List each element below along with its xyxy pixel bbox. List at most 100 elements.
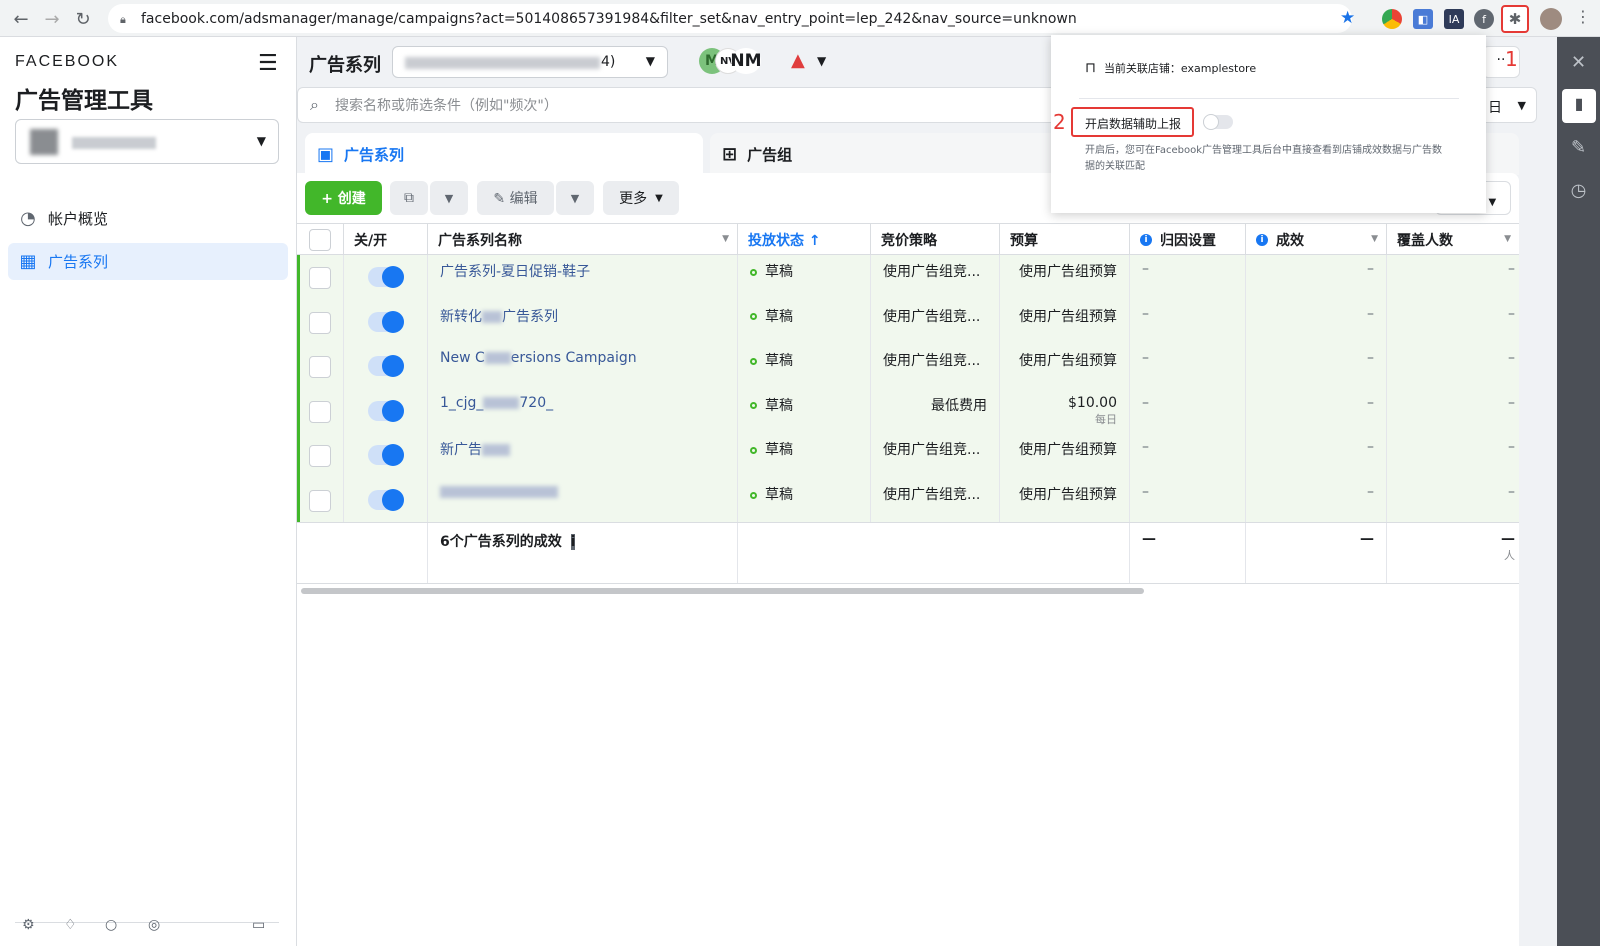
hamburger-menu-icon[interactable]: ☰ [258, 51, 278, 76]
notification-icon[interactable]: ♢ [64, 917, 77, 933]
info-icon: i [1140, 233, 1152, 246]
row-checkbox[interactable] [309, 356, 331, 379]
chevron-down-icon[interactable]: ▼ [817, 54, 826, 68]
extension-chrome-icon[interactable] [1382, 9, 1402, 29]
help-icon[interactable]: ◎ [148, 917, 160, 933]
campaign-toggle[interactable] [368, 444, 404, 467]
close-icon[interactable]: ✕ [1557, 52, 1600, 73]
campaign-toggle[interactable] [368, 266, 404, 288]
popup-divider [1079, 98, 1459, 99]
bid-strategy: 使用广告组竞... [871, 299, 1000, 345]
campaign-name[interactable]: 广告系列-夏日促销-鞋子 [428, 255, 738, 300]
campaign-toggle[interactable] [368, 489, 404, 511]
campaign-toggle[interactable] [368, 310, 404, 333]
campaign-name-tail: 广告系列 [502, 308, 558, 325]
redacted-text [482, 444, 510, 457]
bookmark-star-icon[interactable]: ★ [1340, 8, 1355, 28]
row-checkbox[interactable] [309, 490, 331, 512]
account-selector[interactable]: ▼ [15, 119, 279, 164]
campaign-toggle[interactable] [368, 355, 404, 378]
sidebar-item-account-overview[interactable]: ◔ 帐户概览 [8, 200, 288, 237]
status-draft-icon [750, 268, 757, 276]
edit-icon[interactable]: ✎ [1557, 137, 1600, 158]
header-reach[interactable]: 覆盖人数 ▼ [1387, 224, 1519, 255]
campaign-name[interactable] [428, 478, 738, 523]
row-checkbox[interactable] [309, 311, 331, 334]
table-row[interactable]: 广告系列-夏日促销-鞋子 草稿 使用广告组竞... 使用广告组预算 – – – [297, 255, 1519, 300]
sidebar-divider [15, 922, 279, 923]
table-row[interactable]: 1_cjg_ 720_ 草稿 最低费用 $10.00 每日 – – – [297, 388, 1519, 434]
edit-button[interactable]: ✎ 编辑 [477, 181, 554, 215]
address-bar[interactable]: 🔒︎ facebook.com/adsmanager/manage/campai… [108, 4, 1352, 33]
summary-label: 6个广告系列的成效 i [428, 523, 738, 583]
more-button[interactable]: 更多 ▼ [603, 181, 679, 215]
create-button[interactable]: + 创建 [305, 181, 382, 215]
chevron-down-icon: ▼ [645, 54, 655, 68]
clock-icon[interactable]: ◷ [1557, 180, 1600, 201]
back-icon[interactable]: ← [6, 4, 36, 34]
tab-campaigns[interactable]: ▣ 广告系列 [305, 133, 703, 175]
data-upload-toggle[interactable] [1203, 114, 1233, 130]
duplicate-dropdown[interactable]: ▼ [430, 181, 468, 215]
info-icon[interactable]: i [570, 534, 576, 550]
folder-icon: ▣ [317, 143, 335, 165]
reach-value: – [1508, 394, 1515, 411]
date-range-selector[interactable]: 日 ▼ [1477, 87, 1537, 123]
profile-avatar[interactable] [1540, 8, 1562, 30]
header-bid-strategy[interactable]: 竞价策略 [871, 224, 1000, 255]
header-name[interactable]: 广告系列名称 ▼ [428, 224, 738, 255]
campaign-name[interactable]: 1_cjg_ 720_ [428, 388, 738, 434]
campaign-name[interactable]: 新转化 广告系列 [428, 299, 738, 345]
status-draft-icon [750, 446, 757, 454]
search-input[interactable]: 搜索名称或筛选条件（例如"频次"） [335, 95, 558, 115]
toggle-knob [382, 266, 404, 288]
results-value: – [1246, 299, 1387, 345]
header-results[interactable]: i 成效 ▼ [1246, 224, 1387, 255]
header-delivery-status[interactable]: 投放状态 ↑ [738, 224, 871, 255]
campaign-name[interactable]: New C ersions Campaign [428, 344, 738, 389]
campaign-selector[interactable]: 4) ▼ [392, 46, 668, 78]
annotation-number-1: 1 [1505, 47, 1518, 71]
search-bar[interactable]: ⌕ 搜索名称或筛选条件（例如"频次"） [297, 87, 1057, 123]
table-row[interactable]: 新广告 草稿 使用广告组竞... 使用广告组预算 – – – [297, 433, 1519, 478]
duplicate-button[interactable]: ⧉ [390, 181, 428, 215]
warning-icon[interactable]: ▲ [791, 50, 805, 71]
selection-accent [297, 255, 300, 522]
extension-tag-icon[interactable]: ◧ [1413, 9, 1433, 29]
store-info: ⊓ 当前关联店铺：examplestore [1085, 60, 1256, 76]
forward-icon[interactable]: → [37, 4, 67, 34]
sidebar-item-campaigns[interactable]: ▦ 广告系列 [8, 243, 288, 280]
delivery-status: 草稿 [738, 344, 871, 389]
browser-menu-icon[interactable]: ⋮ [1575, 7, 1591, 26]
search-icon[interactable]: ○ [105, 917, 117, 933]
panel-icon[interactable]: ▭ [252, 917, 265, 933]
extension-f-icon[interactable]: f [1474, 9, 1494, 29]
row-checkbox[interactable] [309, 445, 331, 468]
page-title: 广告系列 [309, 55, 381, 76]
chart-icon[interactable]: ▮ [1562, 89, 1596, 123]
campaign-name[interactable]: 新广告 [428, 433, 738, 478]
extensions-puzzle-icon[interactable]: ✱ [1501, 5, 1529, 33]
settings-icon[interactable]: ⚙ [22, 917, 35, 933]
table-row[interactable]: 新转化 广告系列 草稿 使用广告组竞... 使用广告组预算 – – – [297, 299, 1519, 345]
reload-icon[interactable]: ↻ [68, 4, 98, 34]
toggle-knob [382, 444, 404, 467]
table-header: 关/开 广告系列名称 ▼ 投放状态 ↑ 竞价策略 预算 i 归因设置 i 成效 … [297, 223, 1519, 255]
header-attribution[interactable]: i 归因设置 [1130, 224, 1246, 255]
header-budget[interactable]: 预算 [1000, 224, 1130, 255]
horizontal-scrollbar[interactable] [301, 588, 1144, 594]
row-select [297, 299, 344, 345]
campaign-toggle[interactable] [368, 399, 404, 422]
select-all-checkbox[interactable] [309, 228, 331, 251]
edit-dropdown[interactable]: ▼ [556, 181, 594, 215]
table-row[interactable]: 草稿 使用广告组竞... 使用广告组预算 – – – [297, 478, 1519, 523]
row-checkbox[interactable] [309, 400, 331, 423]
toggle-description: 开启后，您可在Facebook广告管理工具后台中直接查看到店铺成效数据与广告数据… [1085, 145, 1442, 172]
row-checkbox[interactable] [309, 267, 331, 289]
row-select [297, 255, 344, 300]
extension-ia-icon[interactable]: IA [1444, 9, 1464, 29]
chevron-down-icon: ▼ [1504, 234, 1511, 244]
table-row[interactable]: New Cersions Campaign 草稿 使用广告组竞... 使用广告组预算 –… [297, 344, 1519, 389]
header-toggle[interactable]: 关/开 [344, 224, 428, 255]
account-badge-nm[interactable]: NM [730, 48, 762, 74]
